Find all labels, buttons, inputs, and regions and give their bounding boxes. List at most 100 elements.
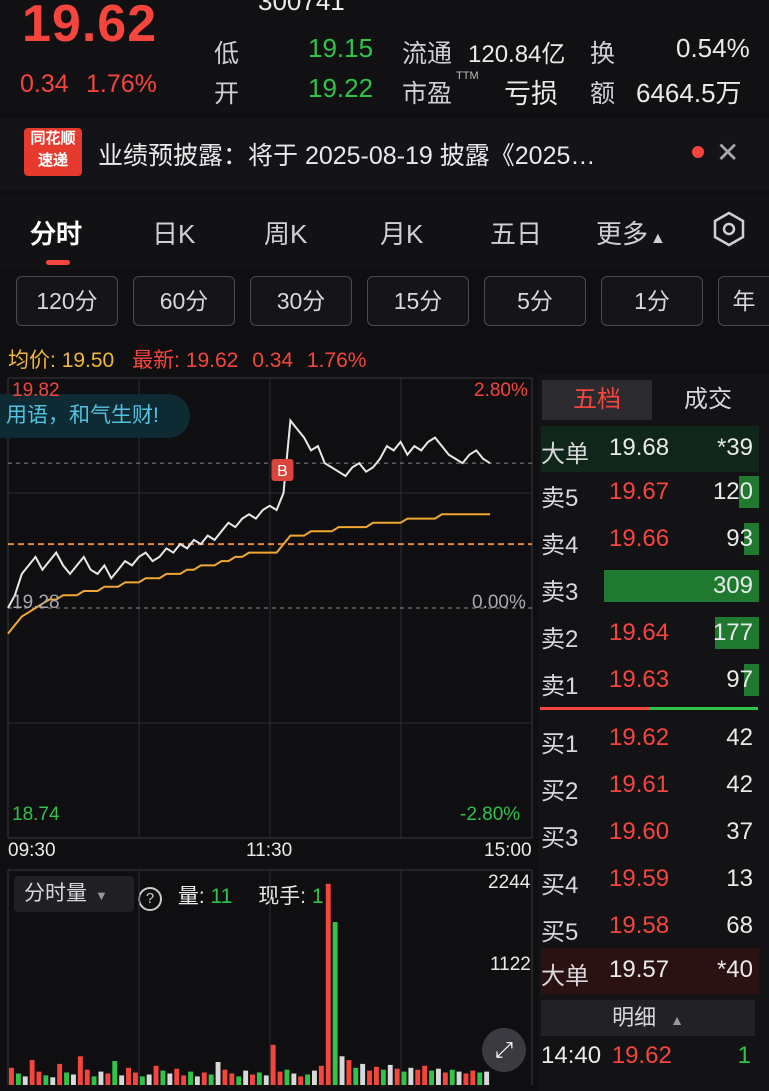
ask-price: 19.64: [609, 619, 670, 646]
news-logo-line1: 同花顺: [30, 130, 76, 147]
detail-toggle[interactable]: 明细 ▲: [541, 1000, 755, 1036]
volume-bar: [133, 1072, 138, 1085]
y-min-label: 18.74: [12, 804, 60, 825]
volume-bar: [463, 1073, 469, 1085]
avg-label: 均价:: [8, 349, 56, 372]
volume-bar: [222, 1069, 228, 1085]
volume-bar: [174, 1068, 180, 1085]
volume-bar: [91, 1076, 97, 1085]
period-120min[interactable]: 120分: [16, 276, 118, 326]
volume-bar: [284, 1069, 290, 1085]
volume-bar: [263, 1075, 269, 1085]
ask-volume: 120: [712, 478, 753, 505]
volume-bar: [181, 1075, 187, 1085]
open-value: 19.22: [308, 73, 374, 103]
volume-grid: [7, 869, 533, 1085]
volume-bar: [98, 1071, 104, 1085]
volume-bar: [77, 1056, 83, 1085]
volume-bar: [422, 1065, 428, 1085]
bid-row-5[interactable]: 买5 19.58 68: [541, 904, 759, 950]
open-label: 开: [214, 80, 240, 108]
y-mid-label: 19.28: [12, 592, 60, 613]
volume-bar: [394, 1068, 400, 1085]
buy-marker[interactable]: B: [271, 459, 294, 481]
volume-bar: [29, 1060, 35, 1085]
tab-five-levels[interactable]: 五档: [542, 380, 652, 420]
big-ask-row[interactable]: 大单 19.68 *39: [541, 426, 759, 472]
volume-bar: [236, 1076, 242, 1085]
bid-label: 买4: [541, 872, 579, 899]
unread-dot-icon: [692, 146, 704, 158]
x-tick-end: 15:00: [484, 840, 532, 861]
volume-bar: [408, 1067, 414, 1085]
close-icon[interactable]: ✕: [716, 136, 739, 169]
volume-bar: [139, 1076, 145, 1085]
bid-label: 买2: [541, 778, 579, 805]
period-1min[interactable]: 1分: [601, 276, 703, 326]
volume-bar: [201, 1072, 207, 1085]
volume-bar: [84, 1069, 90, 1085]
tab-trades[interactable]: 成交: [660, 380, 756, 420]
big-bid-price: 19.57: [609, 956, 670, 983]
ask-row-1[interactable]: 卖1 19.63 97: [541, 658, 759, 704]
volume-bar: [229, 1073, 235, 1085]
bid-volume: 42: [726, 771, 753, 798]
volume-bar: [401, 1071, 407, 1085]
caret-up-icon: ▲: [670, 1012, 684, 1028]
period-5min[interactable]: 5分: [484, 276, 586, 326]
big-bid-row[interactable]: 大单 19.57 *40: [541, 948, 759, 994]
period-30min[interactable]: 30分: [250, 276, 352, 326]
x-tick-mid: 11:30: [246, 840, 293, 861]
big-ask-label: 大单: [541, 441, 589, 468]
detail-label: 明细: [612, 1005, 657, 1030]
avg-value: 19.50: [61, 349, 115, 372]
chart-legend: 均价: 19.50 最新: 19.62 0.34 1.76%: [8, 344, 366, 374]
ask-row-4[interactable]: 卖4 19.66 93: [541, 517, 759, 563]
volume-bar: [126, 1067, 131, 1085]
bid-row-4[interactable]: 买4 19.59 13: [541, 857, 759, 903]
ask-volume: 97: [726, 666, 753, 693]
volume-bar: [250, 1074, 255, 1085]
volume-bar: [256, 1072, 262, 1085]
low-label: 低: [214, 40, 240, 68]
tab-more[interactable]: 更多 ▲: [596, 214, 666, 251]
news-text[interactable]: 业绩预披露：将于 2025-08-19 披露《2025…: [98, 136, 595, 172]
ask-row-3[interactable]: 卖319.65309: [541, 564, 759, 610]
volume-bar: [367, 1070, 372, 1085]
price-change-pct: 1.76%: [86, 70, 157, 98]
bid-row-2[interactable]: 买2 19.61 42: [541, 763, 759, 809]
volume-bars: [9, 883, 490, 1085]
volume-bar: [305, 1074, 310, 1085]
volume-bar: [153, 1065, 159, 1085]
bid-volume: 42: [726, 724, 753, 751]
period-year[interactable]: 年: [718, 276, 769, 326]
bid-row-1[interactable]: 买1 19.62 42: [541, 716, 759, 762]
tab-intraday[interactable]: 分时: [30, 214, 82, 251]
big-ask-volume: *39: [716, 434, 753, 461]
bid-row-3[interactable]: 买3 19.60 37: [541, 810, 759, 856]
intraday-chart[interactable]: B: [0, 374, 538, 864]
bid-price: 19.61: [609, 771, 670, 798]
volume-bar: [43, 1075, 49, 1085]
settings-hexagon-icon[interactable]: [710, 210, 748, 253]
period-60min[interactable]: 60分: [133, 276, 235, 326]
period-15min[interactable]: 15分: [367, 276, 469, 326]
expand-icon[interactable]: ⤢: [482, 1028, 526, 1072]
volume-bar: [9, 1067, 14, 1085]
volume-chart[interactable]: [0, 866, 538, 1091]
ask-label: 卖4: [541, 532, 579, 559]
tab-monthly-k[interactable]: 月K: [380, 214, 423, 251]
volume-bar: [380, 1069, 386, 1085]
ask-row-2[interactable]: 卖2 19.64 177: [541, 611, 759, 657]
volume-bar: [436, 1068, 441, 1085]
ask-row-5[interactable]: 卖5 19.67 120: [541, 470, 759, 516]
chart-series: B: [7, 418, 491, 635]
bid-label: 买5: [541, 919, 579, 946]
current-price: 19.62: [22, 0, 158, 53]
volume-bar: [112, 1061, 118, 1085]
volume-bar: [71, 1074, 76, 1085]
tab-five-day[interactable]: 五日: [490, 214, 542, 251]
tab-weekly-k[interactable]: 周K: [264, 214, 307, 251]
tab-daily-k[interactable]: 日K: [152, 214, 195, 251]
pe-sup: TTM: [456, 70, 479, 82]
